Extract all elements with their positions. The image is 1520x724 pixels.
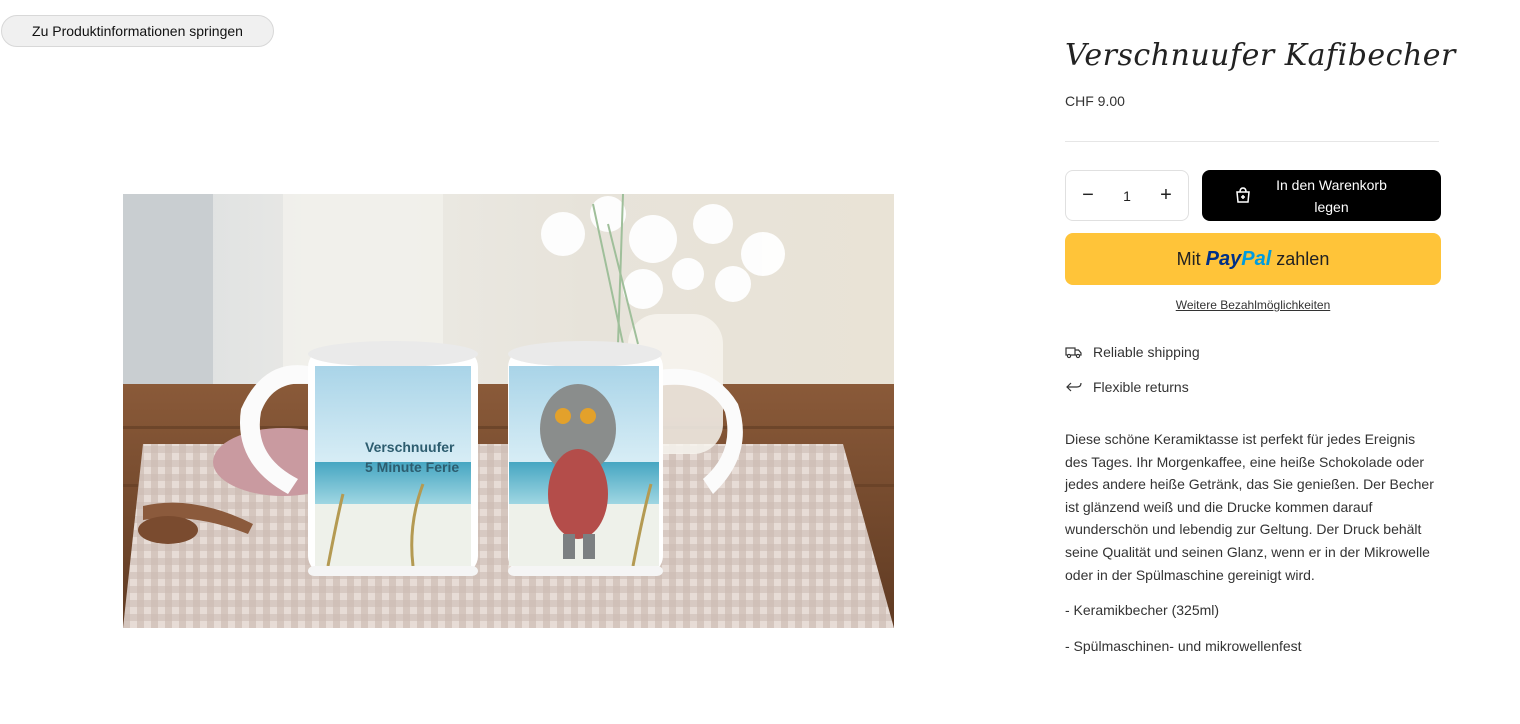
return-arrow-icon: [1066, 382, 1082, 392]
truck-icon: [1065, 347, 1082, 359]
product-description: Diese schöne Keramiktasse ist perfekt fü…: [1065, 428, 1441, 670]
paypal-logo: PayPal: [1205, 247, 1272, 270]
description-bullet: - Spülmaschinen- und mikrowellenfest: [1065, 637, 1302, 654]
skip-to-product-info-link[interactable]: Zu Produktinformationen springen: [1, 15, 274, 47]
product-title: Verschnuufer Kafibecher: [1065, 38, 1456, 73]
add-to-cart-button[interactable]: In den Warenkorb legen: [1202, 170, 1441, 221]
quantity-decrease-button[interactable]: −: [1074, 182, 1102, 210]
quantity-stepper: − 1 +: [1065, 170, 1189, 221]
product-image[interactable]: Verschnuufer 5 Minute Ferie: [123, 194, 894, 628]
divider: [1065, 141, 1439, 142]
paypal-suffix: zahlen: [1276, 248, 1330, 269]
description-bullet: - Keramikbecher (325ml): [1065, 602, 1220, 619]
quantity-increase-button[interactable]: +: [1152, 182, 1180, 210]
feature-flexible-returns: Flexible returns: [1065, 379, 1189, 395]
more-payment-options-link[interactable]: Weitere Bezahlmöglichkeiten: [1065, 298, 1441, 312]
add-to-cart-label: In den Warenkorb legen: [1276, 176, 1387, 215]
feature-reliable-shipping: Reliable shipping: [1065, 344, 1200, 360]
cart-icon: [1236, 187, 1250, 203]
feature-label: Flexible returns: [1093, 379, 1189, 395]
quantity-input[interactable]: 1: [1112, 188, 1142, 204]
paypal-button[interactable]: Mit PayPal zahlen: [1065, 233, 1441, 285]
mug-text-line1: Verschnuufer: [365, 439, 455, 455]
paypal-prefix: Mit: [1176, 248, 1201, 269]
feature-label: Reliable shipping: [1093, 344, 1200, 360]
description-paragraph: Diese schöne Keramiktasse ist perfekt fü…: [1065, 431, 1434, 583]
product-price: CHF 9.00: [1065, 93, 1125, 109]
mug-text-line2: 5 Minute Ferie: [365, 459, 459, 475]
